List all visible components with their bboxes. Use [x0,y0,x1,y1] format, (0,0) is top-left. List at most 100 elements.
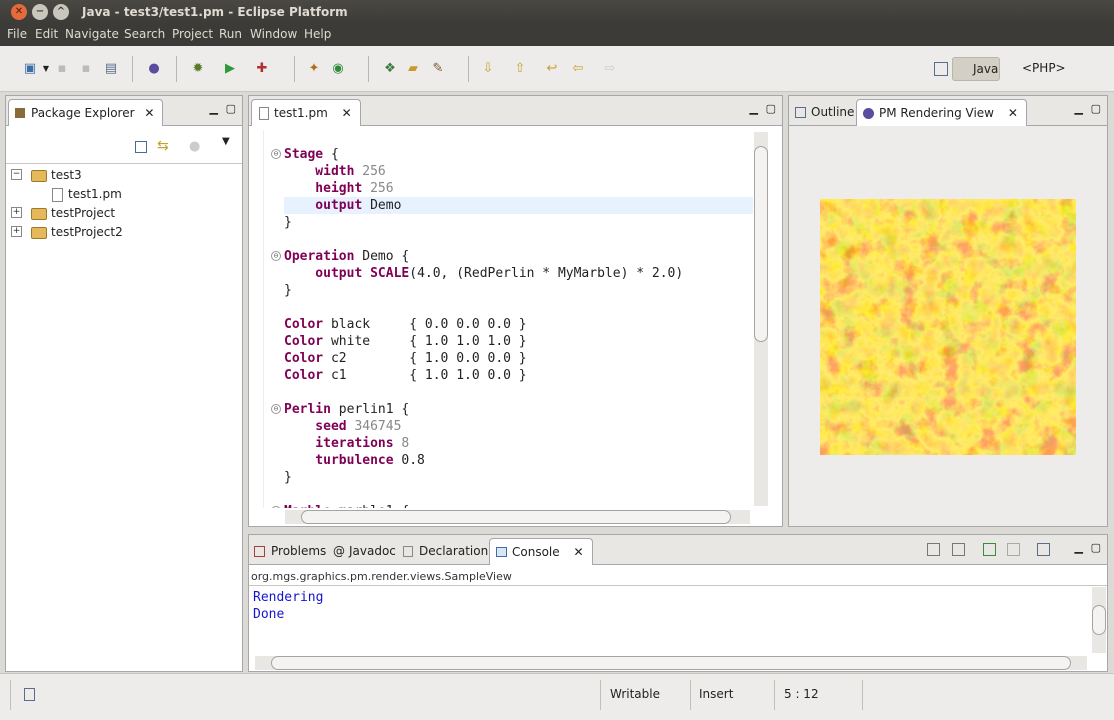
toolbar-separator [368,56,369,82]
link-with-editor-icon[interactable]: ⇆ [157,138,169,154]
tab-javadoc[interactable]: @ Javadoc [327,538,404,565]
run-icon[interactable]: ▶ [222,61,238,77]
scroll-lock-icon[interactable] [952,543,965,556]
java-perspective-button[interactable]: Java [952,57,1000,81]
scroll-thumb[interactable] [301,510,731,524]
editor-vertical-scrollbar[interactable] [754,132,768,506]
php-icon[interactable]: ● [146,61,162,77]
status-divider [10,680,11,710]
status-divider [862,680,863,710]
code-token: (4.0, (RedPerlin * MyMarble) * 2.0) [409,266,684,281]
minimize-view-button[interactable]: ▁ [210,102,218,115]
print-icon[interactable]: ▤ [103,61,119,77]
display-console-icon[interactable] [1007,543,1020,556]
console-horizontal-scrollbar[interactable] [255,656,1087,670]
scroll-thumb[interactable] [1092,605,1106,635]
code-line: ⊖ Operation Demo { [271,248,753,265]
expand-expander[interactable]: + [11,207,22,218]
code-line: Color c1 { 1.0 1.0 0.0 } [284,367,753,384]
collapse-expander[interactable]: − [11,169,22,180]
last-edit-icon[interactable]: ↩ [544,61,560,77]
tab-console[interactable]: Console ✕ [489,538,593,565]
open-folder-icon[interactable]: ▰ [405,61,421,77]
tab-declaration[interactable]: Declaration [397,538,496,565]
code-token: Marble [284,504,331,508]
minimize-view-button[interactable]: ▁ [750,102,758,115]
pin-console-icon[interactable] [983,543,996,556]
tab-package-explorer[interactable]: Package Explorer ✕ [8,99,164,126]
minimize-view-button[interactable]: ▁ [1075,102,1083,115]
tab-pm-rendering-view[interactable]: PM Rendering View ✕ [856,99,1027,126]
php-perspective-button[interactable]: <PHP> [1006,57,1076,81]
open-type-icon[interactable]: ❖ [382,61,398,77]
maximize-view-button[interactable]: ▢ [1091,541,1101,554]
menu-window[interactable]: Window [250,27,297,41]
menu-edit[interactable]: Edit [35,27,58,41]
expand-expander[interactable]: + [11,226,22,237]
new-package-icon[interactable]: ✦ [306,61,322,77]
close-icon[interactable]: ✕ [573,545,583,559]
fold-toggle-icon[interactable]: ⊖ [271,149,281,159]
previous-annotation-icon[interactable]: ⇧ [512,61,528,77]
code-token: seed [284,419,347,434]
package-explorer-tabbar: Package Explorer ✕ ▁ ▢ [6,96,242,126]
open-perspective-icon[interactable] [934,62,948,76]
close-icon[interactable]: ✕ [1008,106,1018,120]
new-class-icon[interactable]: ◉ [330,61,346,77]
close-icon[interactable]: ✕ [144,106,154,120]
collapse-all-icon[interactable] [135,141,147,153]
menu-help[interactable]: Help [304,27,331,41]
rendered-texture-image [820,199,1076,455]
close-icon[interactable]: ✕ [342,106,352,120]
search-icon[interactable]: ✎ [430,61,446,77]
new-icon[interactable]: ▣ [22,61,38,77]
tab-label: PM Rendering View [879,106,994,120]
dropdown-icon[interactable]: ▼ [38,61,54,77]
menu-file[interactable]: File [7,27,27,41]
console-output[interactable]: Rendering Done [253,589,323,623]
back-icon[interactable]: ⇦ [570,61,586,77]
clear-console-icon[interactable] [927,543,940,556]
code-editor[interactable]: ⊖ Stage { width 256 height 256 output Dem… [263,130,753,508]
external-tools-icon[interactable]: ✚ [254,61,270,77]
open-console-icon[interactable] [1037,543,1050,556]
filter-icon[interactable]: ● [189,139,200,154]
forward-icon[interactable]: ⇨ [602,61,618,77]
code-token: c1 { 1.0 1.0 0.0 } [323,368,527,383]
menu-navigate[interactable]: Navigate [65,27,119,41]
menu-project[interactable]: Project [172,27,213,41]
tree-item-test1-pm[interactable]: test1.pm [52,185,122,203]
scroll-thumb[interactable] [271,656,1071,670]
minimize-window-button[interactable]: − [32,4,48,20]
code-token: black { 0.0 0.0 0.0 } [323,317,527,332]
menu-search[interactable]: Search [124,27,165,41]
tab-problems[interactable]: Problems [249,538,334,565]
maximize-window-button[interactable]: ^ [53,4,69,20]
code-token: } [284,215,292,230]
code-token: c2 { 1.0 0.0 0.0 } [323,351,527,366]
view-menu-icon[interactable]: ▼ [222,136,230,147]
next-annotation-icon[interactable]: ⇩ [480,61,496,77]
scroll-thumb[interactable] [754,146,768,342]
menu-run[interactable]: Run [219,27,242,41]
close-window-button[interactable]: ✕ [11,4,27,20]
fold-toggle-icon[interactable]: ⊖ [271,506,281,508]
explorer-divider [6,163,242,164]
console-vertical-scrollbar[interactable] [1092,587,1106,653]
tab-test1-pm[interactable]: test1.pm ✕ [251,99,361,126]
code-line: seed 346745 [284,418,753,435]
fold-toggle-icon[interactable]: ⊖ [271,404,281,414]
tree-label: testProject [51,206,116,220]
debug-icon[interactable]: ✹ [190,61,206,77]
code-line: Color black { 0.0 0.0 0.0 } [284,316,753,333]
fold-toggle-icon[interactable]: ⊖ [271,251,281,261]
editor-horizontal-scrollbar[interactable] [285,510,750,524]
minimize-view-button[interactable]: ▁ [1075,541,1083,554]
maximize-view-button[interactable]: ▢ [1091,102,1101,115]
maximize-view-button[interactable]: ▢ [226,102,236,115]
fast-view-icon[interactable] [24,688,35,701]
maximize-view-button[interactable]: ▢ [766,102,776,115]
save-all-icon[interactable]: ▪ [78,61,94,77]
save-icon[interactable]: ▪ [54,61,70,77]
tab-outline[interactable]: Outline [791,99,862,126]
